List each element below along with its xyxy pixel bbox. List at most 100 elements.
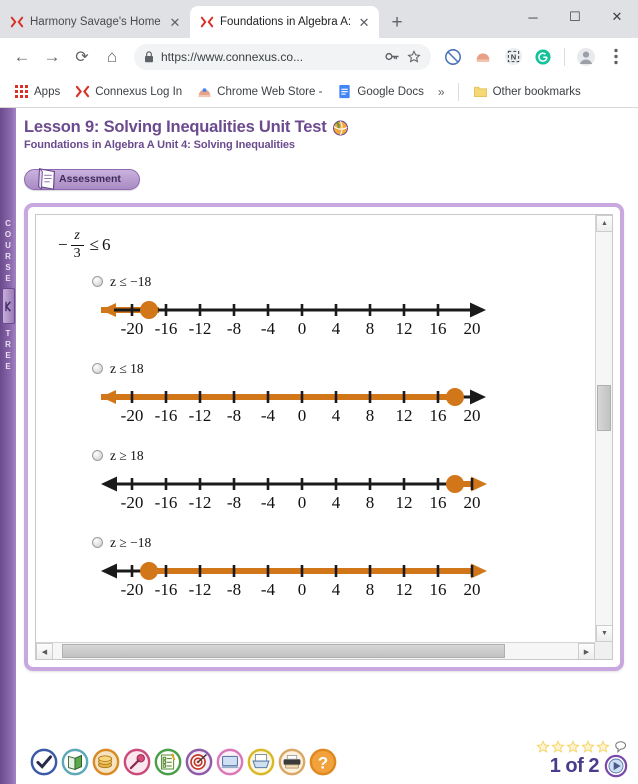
lesson-tool-icons: ? xyxy=(16,748,337,784)
answer-option-3[interactable]: z ≥ −18 -20 -16 -12 -8 -4 0 4 8 12 16 20 xyxy=(36,534,595,610)
collapse-left-icon[interactable] xyxy=(1,288,15,324)
bookmark-connexus-login-label: Connexus Log In xyxy=(95,85,183,98)
push-pin-icon[interactable] xyxy=(123,748,151,776)
svg-text:12: 12 xyxy=(396,406,413,425)
help-question-icon[interactable]: ? xyxy=(309,748,337,776)
horizontal-scrollbar-thumb[interactable] xyxy=(62,644,505,658)
whiteboard-icon[interactable] xyxy=(216,748,244,776)
bookmark-other-bookmarks[interactable]: Other bookmarks xyxy=(467,82,587,101)
scroll-down-button[interactable]: ▼ xyxy=(596,625,612,642)
scanner-icon[interactable] xyxy=(278,748,306,776)
hood-extension-icon[interactable] xyxy=(469,43,497,71)
answer-option-1-head[interactable]: z ≤ 18 xyxy=(92,360,595,378)
bookmark-chrome-web-store[interactable]: Chrome Web Store - xyxy=(191,82,328,101)
notebook-icon[interactable] xyxy=(61,748,89,776)
svg-text:-4: -4 xyxy=(261,406,276,425)
star-icon-5[interactable] xyxy=(596,740,610,754)
speech-bubble-icon[interactable] xyxy=(614,740,628,754)
avatar-icon[interactable] xyxy=(572,43,600,71)
radio-button-2[interactable] xyxy=(92,450,103,462)
answer-option-2-head[interactable]: z ≥ 18 xyxy=(92,447,595,465)
svg-text:-20: -20 xyxy=(121,406,144,425)
printer-icon[interactable] xyxy=(247,748,275,776)
star-icon-2[interactable] xyxy=(551,740,565,754)
back-icon[interactable]: ← xyxy=(8,43,36,71)
bookmark-apps[interactable]: Apps xyxy=(8,82,66,101)
rating-stars[interactable] xyxy=(536,740,628,754)
connexus-x-icon xyxy=(76,85,90,98)
bookmark-google-docs[interactable]: Google Docs xyxy=(331,82,429,101)
course-tree-label-top-0: C xyxy=(5,219,11,228)
address-bar-text[interactable]: https://www.connexus.co... xyxy=(161,50,378,64)
browser-tab-0[interactable]: Harmony Savage's Home | ✕ xyxy=(0,6,190,38)
lock-icon xyxy=(145,50,153,62)
new-tab-button[interactable]: + xyxy=(383,8,411,36)
window-controls: ─ ☐ ✕ xyxy=(512,0,638,38)
three-dot-menu-icon[interactable] xyxy=(602,43,630,71)
horizontal-scrollbar[interactable]: ◀ ▶ xyxy=(36,642,595,659)
svg-text:0: 0 xyxy=(298,493,307,512)
browser-tab-1[interactable]: Foundations in Algebra A: ✕ xyxy=(190,6,380,38)
answer-option-1[interactable]: z ≤ 18 -20 -16 -12 -8 -4 0 4 8 12 16 20 xyxy=(36,360,595,436)
bookmarks-overflow-icon[interactable]: » xyxy=(433,83,450,101)
reload-icon[interactable]: ⟳ xyxy=(68,43,96,71)
svg-text:16: 16 xyxy=(430,580,447,599)
grammarly-icon[interactable] xyxy=(529,43,557,71)
course-tree-label-top-1: O xyxy=(4,230,12,239)
close-window-button[interactable]: ✕ xyxy=(596,2,638,32)
address-bar[interactable]: https://www.connexus.co... xyxy=(134,43,431,70)
target-icon[interactable] xyxy=(185,748,213,776)
course-tree-label-top-3: R xyxy=(5,252,11,261)
equation-value: 6 xyxy=(101,235,111,255)
svg-text:0: 0 xyxy=(298,319,307,338)
svg-text:0: 0 xyxy=(298,406,307,425)
answer-option-2[interactable]: z ≥ 18 -20 -16 -12 -8 -4 0 4 8 12 16 20 xyxy=(36,447,595,523)
chrome-web-store-icon xyxy=(198,88,211,98)
number-line-3: -20 -16 -12 -8 -4 0 4 8 12 16 20 xyxy=(54,554,595,610)
minimize-button[interactable]: ─ xyxy=(512,2,554,32)
svg-text:20: 20 xyxy=(464,580,481,599)
bookmark-chrome-web-store-label: Chrome Web Store - xyxy=(217,85,323,98)
equation-minus: − xyxy=(58,235,68,255)
browser-tab-0-close-icon[interactable]: ✕ xyxy=(168,15,182,29)
scroll-up-button[interactable]: ▲ xyxy=(596,215,612,232)
radio-button-3[interactable] xyxy=(92,537,103,549)
radio-button-1[interactable] xyxy=(92,363,103,375)
star-icon-3[interactable] xyxy=(566,740,580,754)
course-tree-label-bottom-2: E xyxy=(5,351,11,360)
svg-text:-4: -4 xyxy=(261,493,276,512)
vertical-scrollbar-thumb[interactable] xyxy=(597,385,611,431)
course-tree-label-bottom-1: R xyxy=(5,340,11,349)
checklist-icon[interactable] xyxy=(154,748,182,776)
svg-text:4: 4 xyxy=(332,406,341,425)
answer-option-3-head[interactable]: z ≥ −18 xyxy=(92,534,595,552)
browser-tab-1-close-icon[interactable]: ✕ xyxy=(357,15,371,29)
answer-option-0[interactable]: z ≤ −18 -20 -16 -12 -8 -4 0 4 8 12 16 20 xyxy=(36,273,595,349)
key-icon[interactable] xyxy=(385,50,400,63)
check-mark-icon[interactable] xyxy=(30,748,58,776)
svg-text:4: 4 xyxy=(332,580,341,599)
adblock-icon[interactable] xyxy=(439,43,467,71)
vertical-scrollbar[interactable]: ▲ ▼ xyxy=(595,215,612,642)
home-icon[interactable]: ⌂ xyxy=(98,43,126,71)
svg-text:8: 8 xyxy=(366,493,375,512)
scrollbar-corner xyxy=(595,642,612,659)
answer-option-0-head[interactable]: z ≤ −18 xyxy=(92,273,595,291)
equation-numerator: z xyxy=(74,228,80,243)
svg-text:-8: -8 xyxy=(227,319,241,338)
notion-clipper-icon[interactable]: N xyxy=(499,43,527,71)
bookmark-star-icon[interactable] xyxy=(407,49,421,64)
svg-text:-4: -4 xyxy=(261,580,276,599)
star-icon-4[interactable] xyxy=(581,740,595,754)
money-icon[interactable] xyxy=(92,748,120,776)
radio-button-0[interactable] xyxy=(92,276,103,288)
forward-icon[interactable]: → xyxy=(38,43,66,71)
course-tree-rail[interactable]: C O U R S E T R E E xyxy=(0,108,16,784)
maximize-button[interactable]: ☐ xyxy=(554,2,596,32)
svg-text:?: ? xyxy=(318,754,328,773)
assessment-notepad-icon xyxy=(38,167,56,191)
scroll-left-button[interactable]: ◀ xyxy=(36,643,53,659)
bookmark-connexus-login[interactable]: Connexus Log In xyxy=(69,82,188,101)
scroll-right-button[interactable]: ▶ xyxy=(578,643,595,659)
star-icon-1[interactable] xyxy=(536,740,550,754)
